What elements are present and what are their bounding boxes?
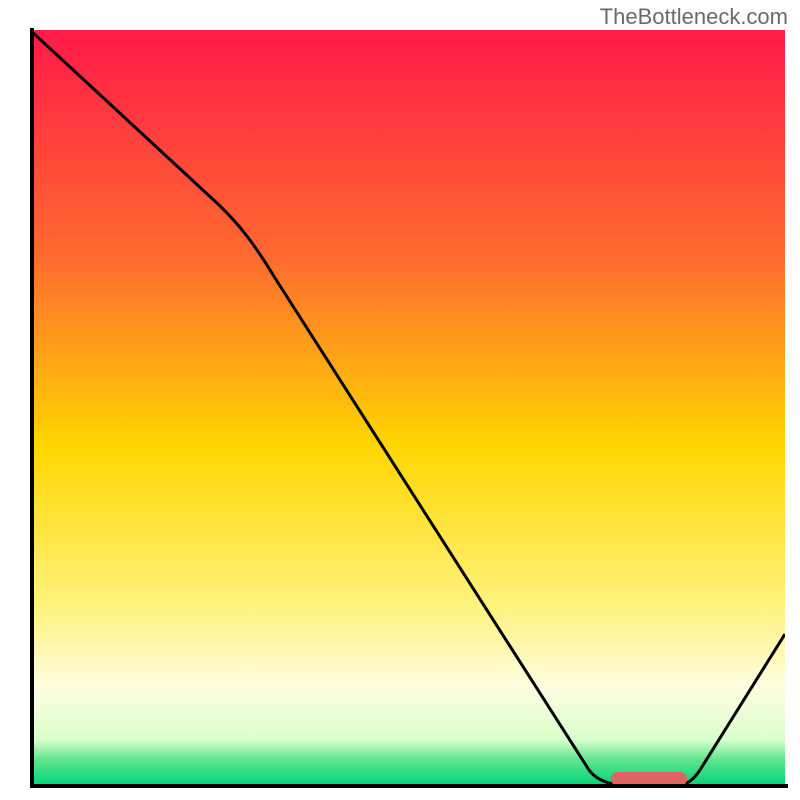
gradient-background [30,30,785,785]
y-axis [30,28,34,786]
watermark-text: TheBottleneck.com [600,4,788,30]
chart-container: TheBottleneck.com [0,0,800,800]
plot-area [30,30,785,785]
x-axis [30,784,788,788]
chart-svg [30,30,785,785]
